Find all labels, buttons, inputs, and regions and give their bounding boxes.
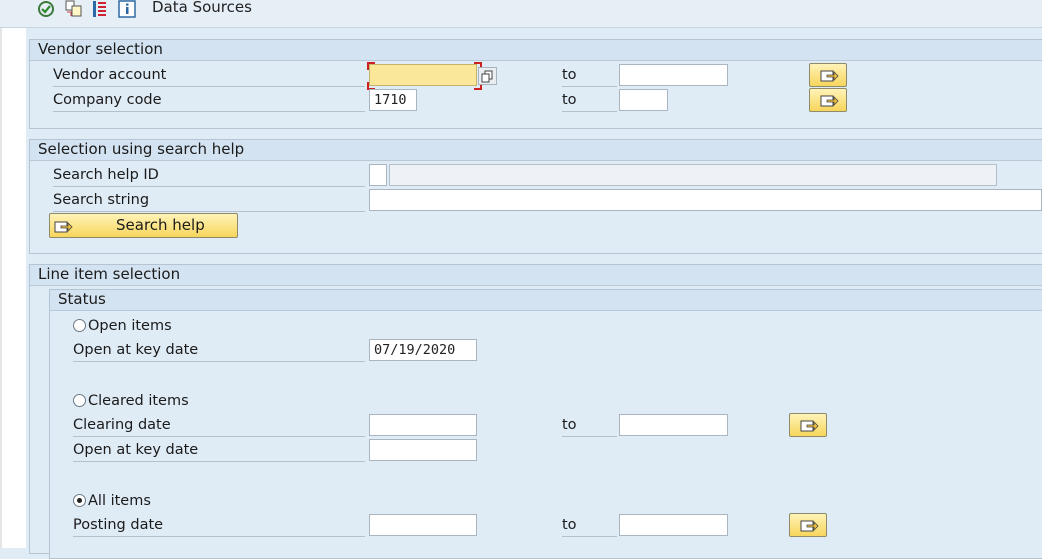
left-margin (0, 28, 26, 548)
open-key-date-label: Open at key date (73, 340, 365, 362)
open-items-label[interactable]: Open items (88, 316, 172, 336)
company-code-multiple-selection-button[interactable] (809, 88, 847, 112)
clearing-date-to-label: to (562, 415, 617, 437)
all-items-label[interactable]: All items (88, 491, 151, 511)
search-help-title: Selection using search help (38, 140, 245, 158)
search-help-id-input[interactable] (369, 164, 387, 186)
posting-date-from-input[interactable] (369, 514, 477, 536)
value-help-button[interactable] (478, 67, 497, 85)
multiple-selection-icon (800, 420, 819, 432)
data-sources-button[interactable]: Data Sources (152, 0, 252, 16)
search-help-description-field (389, 164, 997, 186)
posting-date-label: Posting date (73, 515, 365, 537)
search-help-button[interactable]: Search help (49, 213, 238, 238)
posting-date-multiple-selection-button[interactable] (789, 513, 827, 537)
posting-date-to-input[interactable] (619, 514, 728, 536)
search-help-id-label: Search help ID (53, 165, 365, 187)
multiple-selection-icon (820, 95, 839, 107)
vendor-account-to-input[interactable] (619, 64, 728, 86)
clearing-date-label: Clearing date (73, 415, 365, 437)
value-help-icon (481, 70, 493, 83)
posting-date-to-label: to (562, 515, 617, 537)
multiple-selection-icon (800, 520, 819, 532)
cleared-key-date-input[interactable] (369, 439, 477, 461)
company-code-to-label: to (562, 90, 617, 112)
focus-corner-tl (367, 62, 375, 70)
multiple-selection-icon (820, 70, 839, 82)
vendor-account-from-input[interactable] (369, 64, 477, 86)
multiple-selection-icon (54, 221, 73, 233)
open-key-date-input[interactable]: 07/19/2020 (369, 339, 477, 361)
clearing-date-from-input[interactable] (369, 414, 477, 436)
status-title: Status (58, 290, 106, 308)
all-items-radio[interactable] (73, 494, 86, 507)
radio-selected-dot (77, 498, 82, 503)
company-code-from-input[interactable]: 1710 (369, 89, 417, 111)
company-code-label: Company code (53, 90, 365, 112)
vendor-selection-title: Vendor selection (38, 40, 163, 58)
vendor-account-to-label: to (562, 65, 617, 87)
line-item-selection-title: Line item selection (38, 265, 181, 283)
clearing-date-multiple-selection-button[interactable] (789, 413, 827, 437)
cleared-items-label[interactable]: Cleared items (88, 391, 189, 411)
cleared-key-date-label: Open at key date (73, 440, 365, 462)
vendor-account-multiple-selection-button[interactable] (809, 63, 847, 87)
info-icon[interactable] (117, 0, 137, 19)
search-help-button-label: Search help (116, 216, 205, 234)
clearing-date-to-input[interactable] (619, 414, 728, 436)
copy-structure-icon[interactable] (64, 0, 84, 19)
company-code-to-input[interactable] (619, 89, 668, 111)
search-string-input[interactable] (369, 189, 1042, 211)
application-toolbar: Data Sources (0, 0, 1042, 28)
execute-icon[interactable] (36, 0, 56, 19)
search-string-label: Search string (53, 190, 365, 212)
cleared-items-radio[interactable] (73, 394, 86, 407)
open-items-radio[interactable] (73, 319, 86, 332)
list-icon[interactable] (90, 0, 110, 19)
vendor-account-label: Vendor account (53, 65, 365, 87)
